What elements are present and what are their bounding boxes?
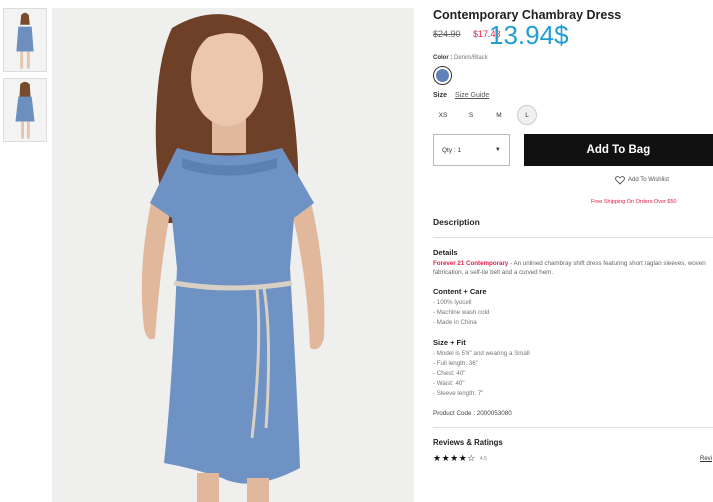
size-label: Size xyxy=(433,92,448,99)
swatch-fill xyxy=(436,69,449,82)
size-option-s[interactable]: S xyxy=(461,105,481,125)
size-options: XS S M L xyxy=(433,105,713,125)
chevron-down-icon: ▼ xyxy=(494,147,501,153)
add-to-wishlist-link[interactable]: Add To Wishlist xyxy=(615,175,713,185)
wishlist-label: Add To Wishlist xyxy=(628,177,669,183)
size-option-m[interactable]: M xyxy=(489,105,509,125)
content-care-heading: Content + Care xyxy=(433,287,487,296)
color-label: Color : Denim/Black xyxy=(433,55,488,61)
price-row: $24.90 $17.43 13.94$ xyxy=(433,20,713,50)
content-line: - 100% lyocell xyxy=(433,299,472,306)
thumbnail-side[interactable] xyxy=(3,78,47,142)
brand-name: Forever 21 Contemporary xyxy=(433,260,509,267)
content-care-list: - 100% lyocell - Machine wash cold - Mad… xyxy=(433,298,713,328)
thumbnail-side-image xyxy=(4,79,46,141)
purchase-row: Qty : 1 ▼ Add To Bag xyxy=(433,134,713,166)
color-value: Denim/Black xyxy=(454,55,488,61)
content-line: - Machine wash cold xyxy=(433,309,490,316)
quantity-select[interactable]: Qty : 1 ▼ xyxy=(433,134,510,166)
product-title: Contemporary Chambray Dress xyxy=(433,8,622,22)
heart-icon xyxy=(615,176,625,185)
fit-line: - Chest: 40" xyxy=(433,370,466,377)
details-text: Forever 21 Contemporary - An unlined cha… xyxy=(433,259,713,277)
rating-row: ★★★★☆ 4.5 Revi xyxy=(433,453,713,464)
original-price: $24.90 xyxy=(433,29,461,39)
fit-line: - Waist: 40" xyxy=(433,380,465,387)
details-heading: Details xyxy=(433,248,458,257)
description-heading[interactable]: Description xyxy=(433,217,713,238)
size-row: Size Size Guide xyxy=(433,92,713,99)
overlay-price-annotation: 13.94$ xyxy=(489,20,569,50)
product-code: Product Code : 2000053080 xyxy=(433,410,713,428)
size-fit-heading: Size + Fit xyxy=(433,338,466,347)
model-dress-illustration xyxy=(52,8,414,502)
fit-line: - Model is 5'8" and wearing a Small xyxy=(433,350,530,357)
rating-value: 4.5 xyxy=(479,455,487,462)
reviews-heading[interactable]: Reviews & Ratings xyxy=(433,438,713,447)
star-rating-icon: ★★★★☆ xyxy=(433,453,476,463)
quantity-value: Qty : 1 xyxy=(442,146,462,154)
size-fit-list: - Model is 5'8" and wearing a Small - Fu… xyxy=(433,349,713,399)
thumbnail-front[interactable] xyxy=(3,8,47,72)
thumbnail-front-image xyxy=(4,9,46,71)
add-to-bag-button[interactable]: Add To Bag xyxy=(523,134,713,166)
size-guide-link[interactable]: Size Guide xyxy=(455,92,489,99)
color-label-text: Color xyxy=(433,55,449,61)
content-line: - Made in China xyxy=(433,319,477,326)
fit-line: - Full length: 36" xyxy=(433,360,478,367)
product-main-image[interactable] xyxy=(52,8,414,502)
product-info-panel: Contemporary Chambray Dress $24.90 $17.4… xyxy=(433,8,713,464)
fit-line: - Sleeve length: 7" xyxy=(433,390,484,397)
size-option-xs[interactable]: XS xyxy=(433,105,453,125)
free-shipping-notice: Free Shipping On Orders Over $50 xyxy=(591,199,677,205)
color-swatch-denim[interactable] xyxy=(433,66,452,85)
size-option-l[interactable]: L xyxy=(517,105,537,125)
reviews-link[interactable]: Revi xyxy=(700,456,712,462)
thumbnail-list xyxy=(3,8,47,148)
